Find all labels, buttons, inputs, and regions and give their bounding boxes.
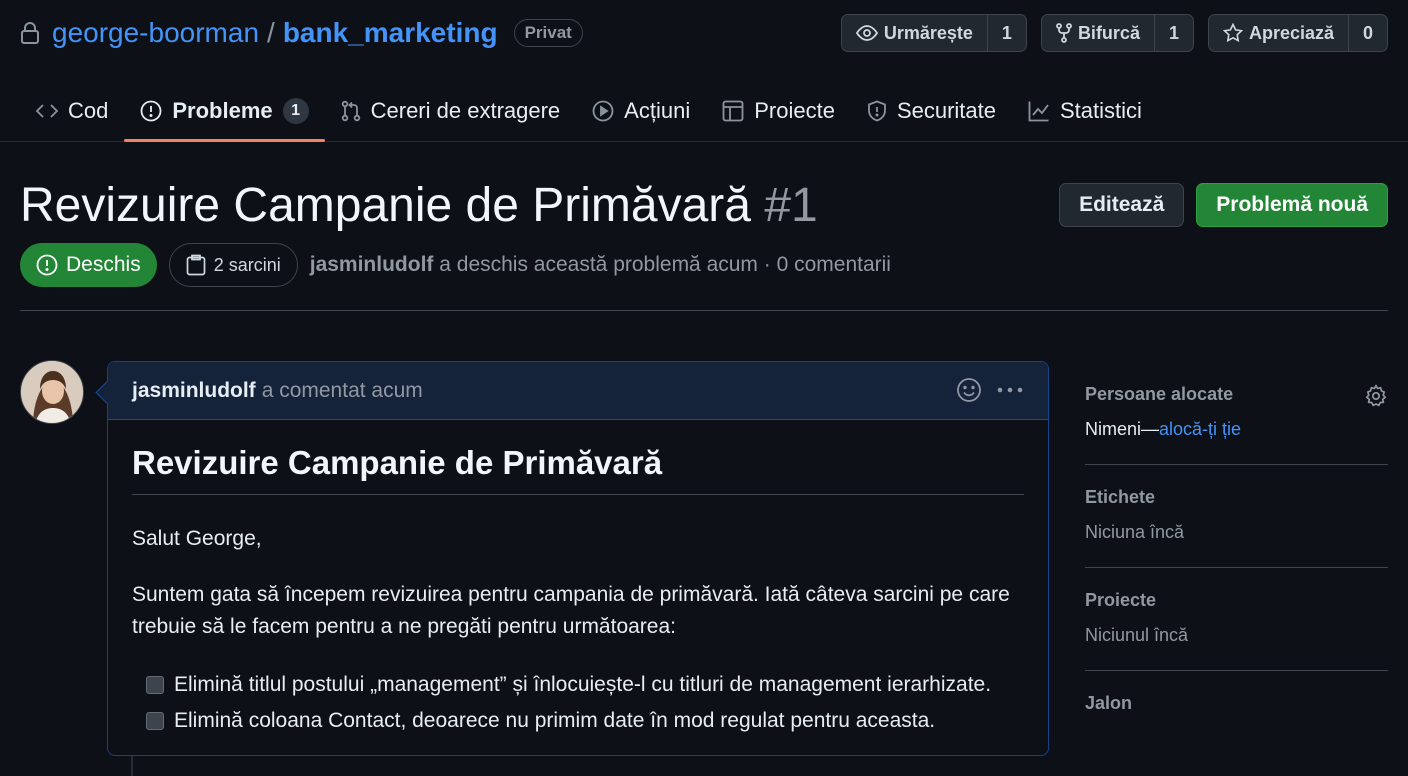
task-text: Elimină coloana Contact, deoarece nu pri… [174,709,936,732]
task-list-item: Elimină coloana Contact, deoarece nu pri… [146,703,1024,739]
sidebar-projects: Proiecte Niciunul încă [1085,568,1388,671]
repo-nav: Cod Probleme 1 Cereri de extragere Acțiu… [0,80,1408,142]
comment-heading: Revizuire Campanie de Primăvară [132,444,1024,495]
assignees-value: Nimeni—alocă-ți ție [1085,419,1388,440]
tab-label: Statistici [1060,98,1142,123]
repo-title: george-boorman / bank_marketing Privat [20,14,583,52]
repo-separator: / [267,17,275,48]
git-pull-request-icon [341,100,361,122]
sidebar-labels: Etichete Niciuna încă [1085,465,1388,568]
milestone-heading[interactable]: Jalon [1085,693,1388,714]
comment-tools [956,377,1024,403]
issue-comment: jasminludolf a comentat acum Revizuire C… [107,361,1049,756]
repo-header: george-boorman / bank_marketing Privat U… [0,0,1408,66]
labels-heading[interactable]: Etichete [1085,487,1388,508]
star-button-group: Apreciază 0 [1207,14,1388,52]
lock-icon [20,21,40,45]
sidebar-assignees: Persoane alocate Nimeni—alocă-ți ție [1085,362,1388,465]
watch-count[interactable]: 1 [988,15,1026,51]
tasks-pill[interactable]: 2 sarcini [168,243,298,287]
play-icon [592,100,614,122]
tab-security[interactable]: Securitate [851,80,1012,142]
fork-label: Bifurcă [1077,22,1140,43]
fork-button-group: Bifurcă 1 [1040,14,1194,52]
table-icon [722,100,744,122]
checklist-icon [186,254,206,276]
issue-meta-description: a deschis această problemă acum · 0 come… [433,253,891,276]
issue-opened-icon [36,254,58,276]
watch-button-group: Urmărește 1 [840,14,1027,52]
avatar[interactable] [20,360,84,424]
tab-insights[interactable]: Statistici [1012,80,1158,142]
star-button[interactable]: Apreciază [1209,15,1349,51]
comment-header: jasminludolf a comentat acum [108,362,1048,420]
issue-title-text: Revizuire Campanie de Primăvară [20,179,751,232]
repo-name-link[interactable]: bank_marketing [283,17,498,49]
code-icon [36,103,58,119]
watch-label: Urmărește [883,22,973,43]
comment-greeting: Salut George, [132,527,262,550]
comment-body: Revizuire Campanie de Primăvară Salut Ge… [108,420,1048,739]
state-label: Deschis [66,253,141,276]
edit-button[interactable]: Editează [1059,183,1185,227]
watch-button[interactable]: Urmărește [842,15,988,51]
eye-icon [855,25,878,41]
issue-title: Revizuire Campanie de Primăvară #1 [20,178,818,233]
tab-code[interactable]: Cod [20,80,124,142]
comment-paragraph: Suntem gata să începem revizuirea pentru… [132,583,1010,638]
tab-actions[interactable]: Acțiuni [576,80,706,142]
tab-label: Securitate [896,98,996,123]
task-list: Elimină titlul postului „management” și … [146,667,1024,739]
issue-meta-text: jasminludolf a deschis această problemă … [310,253,891,277]
tab-label: Probleme [172,98,273,123]
task-text: Elimină titlul postului „management” și … [174,673,992,696]
task-checkbox[interactable] [146,712,164,730]
star-icon [1222,23,1243,43]
tasks-label: 2 sarcini [213,254,281,275]
repo-actions: Urmărește 1 Bifurcă 1 Apreciază 0 [840,14,1388,52]
tab-label: Acțiuni [624,98,691,123]
star-label: Apreciază [1248,22,1334,43]
tab-label: Proiecte [754,98,835,123]
issue-number: #1 [764,179,818,232]
repo-owner-link[interactable]: george-boorman [52,17,259,49]
star-count[interactable]: 0 [1349,15,1387,51]
tab-projects[interactable]: Proiecte [706,80,851,142]
projects-value: Niciunul încă [1085,625,1189,645]
gear-icon[interactable] [1364,384,1388,408]
issue-actions: Editează Problemă nouă [1059,183,1388,227]
assign-yourself-link[interactable]: alocă-ți ție [1159,419,1241,439]
new-issue-button[interactable]: Problemă nouă [1196,183,1388,227]
tab-pull-requests[interactable]: Cereri de extragere [325,80,577,142]
issue-meta: Deschis 2 sarcini jasminludolf a deschis… [20,243,891,287]
tab-issues[interactable]: Probleme 1 [124,80,325,142]
assignees-heading[interactable]: Persoane alocate [1085,384,1388,405]
repo-forked-icon [1056,23,1072,43]
tab-label: Cod [68,98,109,123]
visibility-badge: Privat [513,19,583,47]
fork-count[interactable]: 1 [1155,15,1193,51]
task-list-item: Elimină titlul postului „management” și … [146,667,1024,703]
header-divider [20,310,1388,311]
sidebar-milestone: Jalon [1085,671,1388,752]
tab-label: Cereri de extragere [370,98,561,123]
assignees-none-text: Nimeni— [1085,419,1160,439]
state-badge: Deschis [20,243,157,287]
issues-counter: 1 [282,98,309,124]
graph-icon [1028,100,1050,122]
kebab-horizontal-icon[interactable] [996,377,1024,403]
labels-value: Niciuna încă [1085,522,1185,542]
shield-icon [867,100,887,122]
comment-timestamp[interactable]: a comentat acum [262,379,423,403]
fork-button[interactable]: Bifurcă [1042,15,1155,51]
issue-sidebar: Persoane alocate Nimeni—alocă-ți ție Eti… [1085,362,1388,752]
issue-author-link[interactable]: jasminludolf [310,253,434,276]
comment-author-link[interactable]: jasminludolf [132,379,256,403]
issue-opened-icon [140,100,162,122]
projects-heading[interactable]: Proiecte [1085,590,1388,611]
smiley-icon[interactable] [956,377,982,403]
task-checkbox[interactable] [146,676,164,694]
timeline-line [131,756,133,776]
